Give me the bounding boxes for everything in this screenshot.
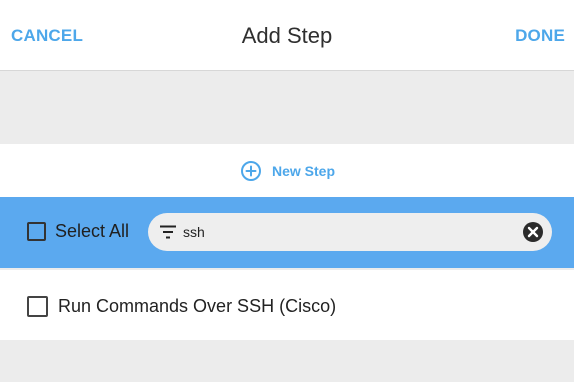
step-label: Run Commands Over SSH (Cisco) bbox=[58, 296, 337, 316]
clear-circle-icon[interactable] bbox=[522, 221, 544, 243]
select-all-toggle[interactable]: Select All bbox=[27, 220, 129, 242]
select-all-checkbox[interactable] bbox=[27, 221, 46, 241]
filter-icon bbox=[160, 225, 176, 239]
new-step-label: New Step bbox=[272, 163, 336, 179]
page-title: Add Step bbox=[241, 23, 333, 48]
plus-circle-icon bbox=[240, 160, 262, 182]
step-item[interactable]: Run Commands Over SSH (Cisco) bbox=[27, 295, 336, 317]
new-step-button[interactable]: New Step bbox=[240, 160, 335, 182]
add-step-screen: CANCEL Add Step DONE New Step Select All bbox=[0, 0, 574, 382]
search-box bbox=[148, 213, 552, 251]
search-input[interactable] bbox=[183, 221, 503, 243]
filter-bar: Select All bbox=[0, 197, 574, 268]
step-checkbox[interactable] bbox=[27, 295, 48, 317]
list-item[interactable]: Run Commands Over SSH (Cisco) bbox=[0, 270, 574, 340]
new-step-row: New Step bbox=[0, 144, 574, 197]
select-all-label: Select All bbox=[55, 221, 130, 241]
done-button[interactable]: DONE bbox=[515, 25, 565, 47]
header-bar: CANCEL Add Step DONE bbox=[0, 0, 574, 71]
